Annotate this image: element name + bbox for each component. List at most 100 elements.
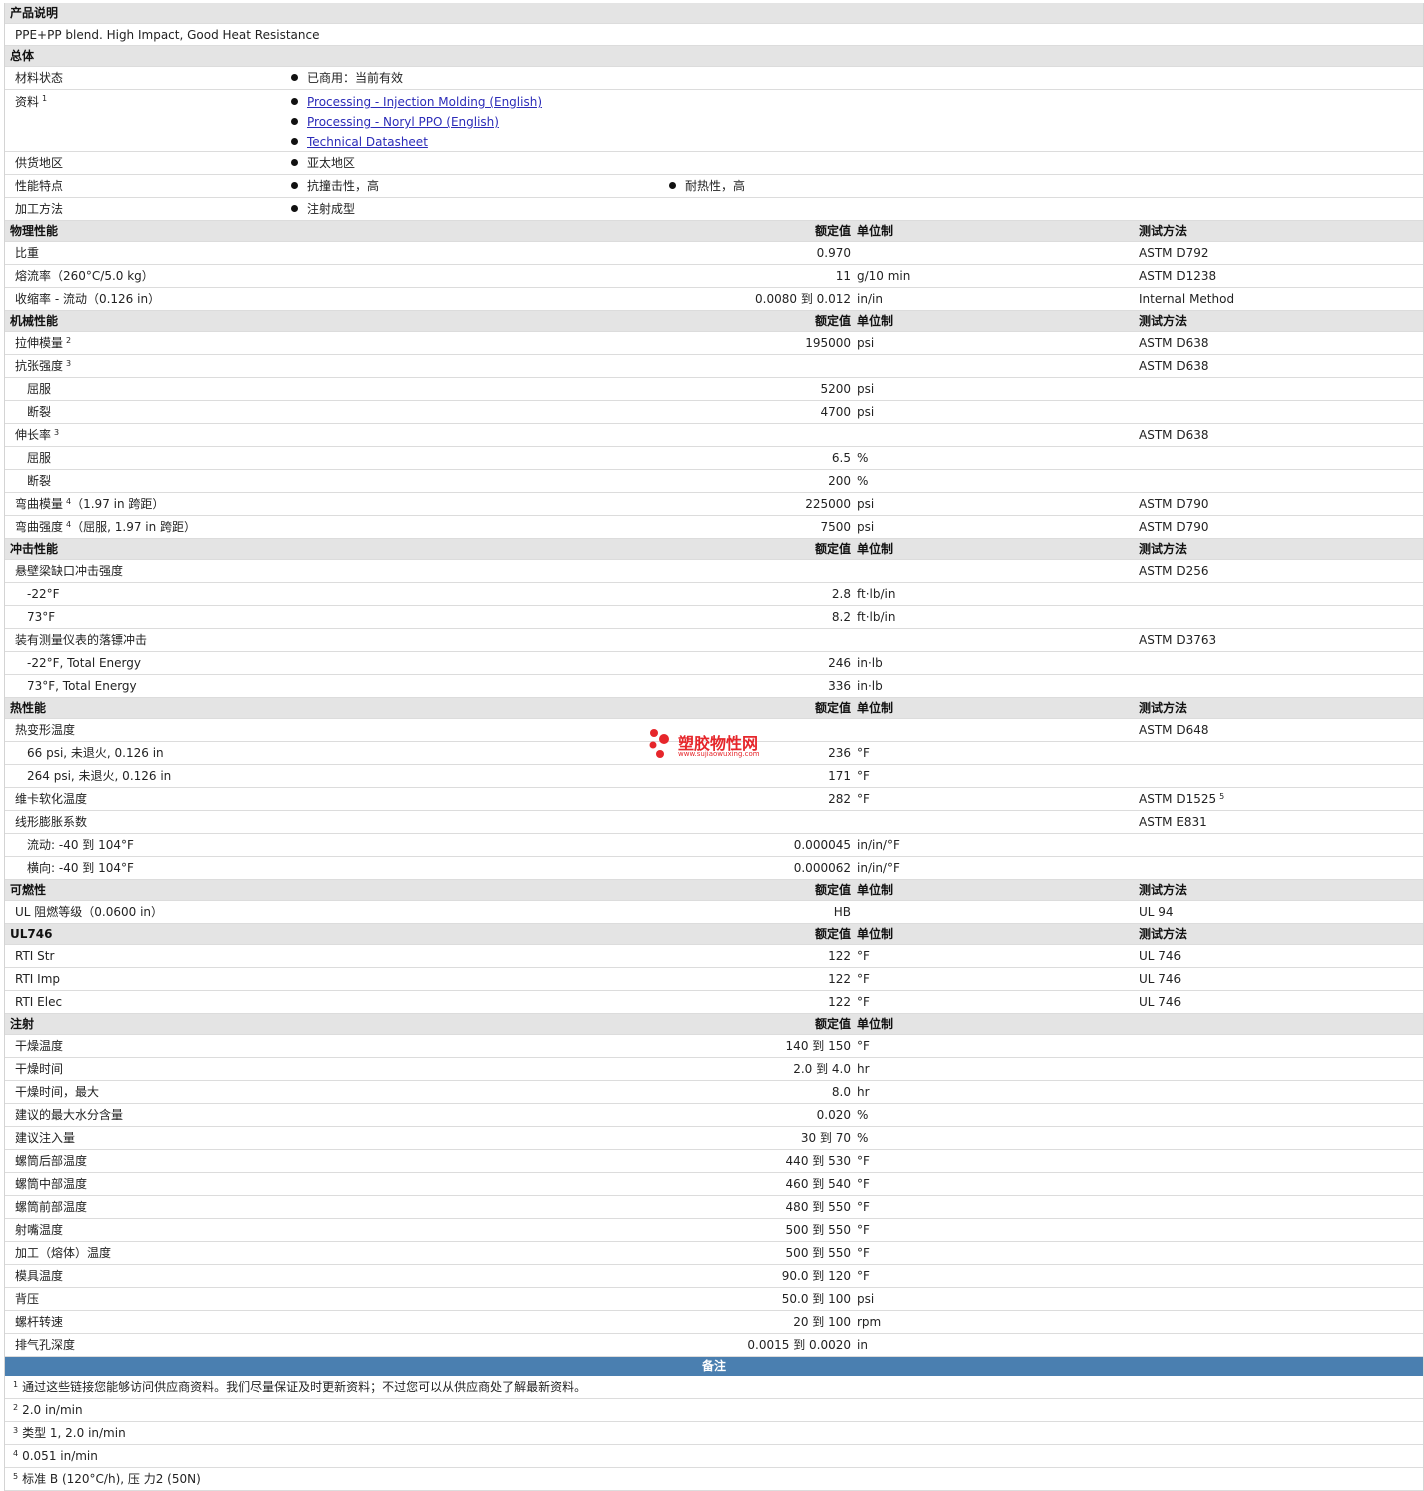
footnote-number: 5 (13, 1472, 19, 1481)
bullet-item: 耐热性，高 (669, 175, 745, 198)
property-row: 收缩率 - 流动（0.126 in） 0.0080 到 0.012 in/in Int… (5, 288, 1423, 311)
property-row: RTI Str 122 °F UL 746 (5, 945, 1423, 968)
test-method-text: UL 746 (1139, 995, 1182, 1009)
property-label: RTI Str (15, 945, 54, 968)
property-unit: psi (857, 382, 875, 396)
section-header: UL746 额定值 单位制 测试方法 (5, 924, 1423, 945)
bullet-icon (291, 159, 298, 166)
property-label-text: -22°F, Total Energy (27, 656, 141, 670)
doc-link-noryl-ppo[interactable]: Processing - Noryl PPO (English) (307, 115, 499, 129)
note-row: 4 0.051 in/min (5, 1445, 1423, 1468)
property-label: 建议的最大水分含量 (15, 1104, 123, 1127)
column-header-test: 测试方法 (1139, 883, 1188, 897)
section-header: 物理性能 额定值 单位制 测试方法 (5, 221, 1423, 242)
property-label: 背压 (15, 1288, 39, 1311)
property-value: 225000 (805, 497, 851, 511)
section-header: 注射 额定值 单位制 (5, 1014, 1423, 1035)
column-header-value: 额定值 (814, 927, 851, 941)
notes-header: 备注 (5, 1357, 1423, 1376)
property-row: 横向: -40 到 104°F 0.000062 in/in/°F (5, 857, 1423, 880)
property-label-text: 断裂 (27, 405, 52, 419)
property-row: 73°F, Total Energy 336 in·lb (5, 675, 1423, 698)
description-row: PPE+PP blend. High Impact, Good Heat Res… (5, 24, 1423, 46)
column-header-test: 测试方法 (1139, 701, 1188, 715)
property-row: 螺筒中部温度 460 到 540 °F (5, 1173, 1423, 1196)
property-unit: °F (857, 1223, 870, 1237)
section-header-general: 总体 (5, 46, 1423, 67)
property-unit: °F (857, 1200, 870, 1214)
property-row: RTI Elec 122 °F UL 746 (5, 991, 1423, 1014)
property-unit: °F (857, 769, 870, 783)
property-label: UL 阻燃等级（0.0600 in） (15, 901, 163, 924)
row-label: 性能特点 (15, 179, 64, 193)
property-label-text: 收缩率 - 流动（0.126 in） (15, 292, 161, 306)
property-label-text: 模具温度 (15, 1269, 64, 1283)
property-row: 伸长率 3 ASTM D638 (5, 424, 1423, 447)
property-value: 500 到 550 (785, 1223, 851, 1237)
property-unit: in·lb (857, 656, 883, 670)
property-row: 拉伸模量 2 195000 psi ASTM D638 (5, 332, 1423, 355)
property-row: 干燥时间 2.0 到 4.0 hr (5, 1058, 1423, 1081)
property-label: 干燥温度 (15, 1035, 63, 1058)
property-label: 比重 (15, 242, 39, 265)
property-unit: % (857, 474, 869, 488)
bullet-icon (291, 118, 298, 125)
section-title: 机械性能 (10, 314, 59, 328)
column-header-test: 测试方法 (1139, 542, 1188, 556)
property-label-text: 螺杆转速 (15, 1315, 64, 1329)
footnote-ref: 4 (66, 520, 72, 529)
property-label-text: 弯曲强度 (15, 520, 64, 534)
property-label-text: 加工（熔体）温度 (15, 1246, 112, 1260)
property-label-text: 排气孔深度 (15, 1338, 76, 1352)
property-label: 抗张强度 3 (15, 355, 71, 378)
property-label-text: 线形膨胀系数 (15, 815, 88, 829)
property-label-text: 建议注入量 (15, 1131, 76, 1145)
property-label-text: 弯曲模量 (15, 497, 64, 511)
property-label: -22°F (27, 583, 60, 606)
property-label: 264 psi, 未退火, 0.126 in (27, 765, 171, 788)
row-label: 材料状态 (15, 71, 64, 85)
general-row-status: 材料状态 已商用：当前有效 (5, 67, 1423, 90)
property-label: 拉伸模量 2 (15, 332, 71, 355)
property-row: 抗张强度 3 ASTM D638 (5, 355, 1423, 378)
property-label: RTI Imp (15, 968, 60, 991)
property-value: 2.8 (831, 587, 851, 601)
property-value: 140 到 150 (785, 1039, 851, 1053)
property-label-text: 螺筒中部温度 (15, 1177, 88, 1191)
property-value: 440 到 530 (785, 1154, 851, 1168)
property-row: 弯曲模量 4（1.97 in 跨距） 225000 psi ASTM D790 (5, 493, 1423, 516)
property-label: RTI Elec (15, 991, 62, 1014)
property-label-text: 73°F, Total Energy (27, 679, 137, 693)
test-method-text: ASTM D3763 (1139, 633, 1217, 647)
property-label: 装有测量仪表的落镖冲击 (15, 629, 147, 652)
property-label-text: 螺筒前部温度 (15, 1200, 88, 1214)
note-text: 3 类型 1, 2.0 in/min (13, 1422, 126, 1445)
doc-link-technical-datasheet[interactable]: Technical Datasheet (307, 135, 428, 149)
column-header-value: 额定值 (814, 701, 851, 715)
test-method-text: ASTM D792 (1139, 246, 1209, 260)
property-value: 122 (828, 949, 851, 963)
property-label-text: 断裂 (27, 474, 52, 488)
property-row: 建议的最大水分含量 0.020% (5, 1104, 1423, 1127)
property-value: 122 (828, 972, 851, 986)
property-value: 8.0 (831, 1085, 851, 1099)
property-label: 73°F, Total Energy (27, 675, 137, 698)
property-label-text: 66 psi, 未退火, 0.126 in (27, 746, 164, 760)
property-unit: % (857, 1108, 869, 1122)
test-method-text: UL 94 (1139, 905, 1174, 919)
property-test-method: UL 746 (1139, 945, 1181, 968)
column-header-unit: 单位制 (857, 1017, 894, 1031)
property-row: 比重 0.970 ASTM D792 (5, 242, 1423, 265)
property-label: -22°F, Total Energy (27, 652, 141, 675)
bullet-text: 抗撞击性，高 (307, 179, 380, 193)
property-unit: °F (857, 1039, 870, 1053)
bullet-text: 耐热性，高 (685, 179, 746, 193)
property-label: 弯曲模量 4（1.97 in 跨距） (15, 493, 164, 516)
column-header-value: 额定值 (814, 314, 851, 328)
row-label: 资料 1 (15, 92, 47, 112)
doc-link-injection-molding[interactable]: Processing - Injection Molding (English) (307, 95, 542, 109)
property-label-text: 264 psi, 未退火, 0.126 in (27, 769, 172, 783)
note-row: 2 2.0 in/min (5, 1399, 1423, 1422)
property-unit: in (857, 1338, 868, 1352)
general-row-method: 加工方法 注射成型 (5, 198, 1423, 221)
